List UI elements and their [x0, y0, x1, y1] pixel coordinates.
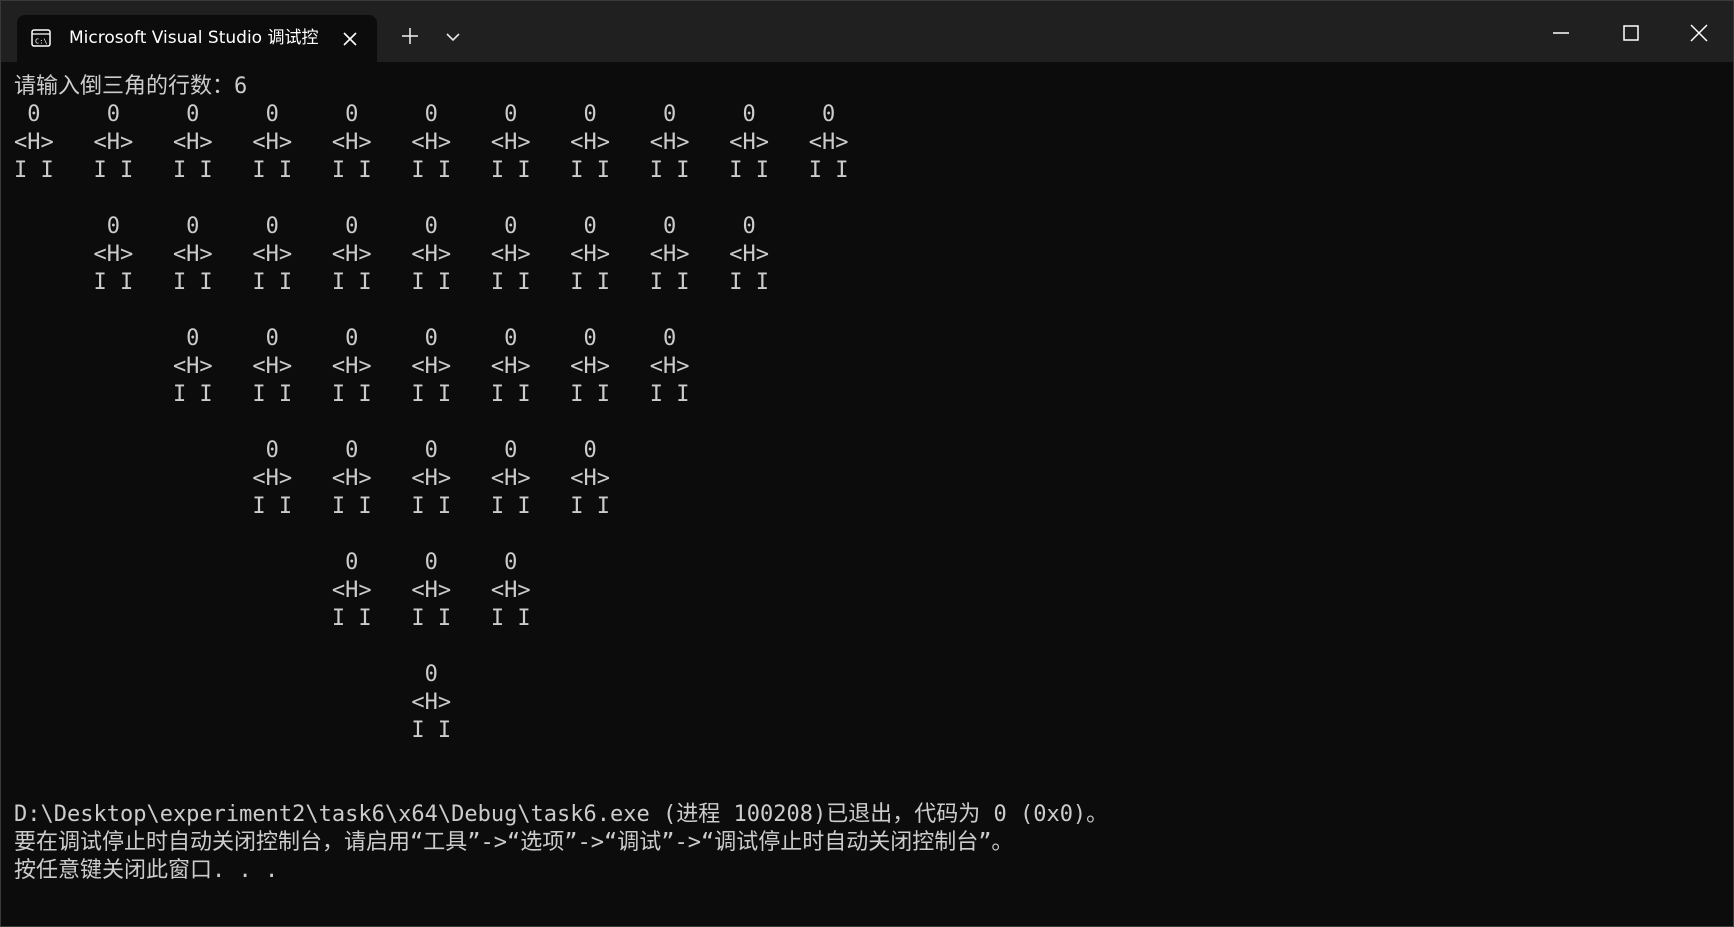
- new-tab-plus-icon[interactable]: [399, 25, 421, 47]
- close-tab-icon[interactable]: [339, 28, 361, 50]
- chevron-down-icon[interactable]: [444, 29, 462, 45]
- console-icon: C:\: [31, 29, 51, 47]
- tab-title: Microsoft Visual Studio 调试控: [69, 28, 319, 48]
- console-output[interactable]: 请输入倒三角的行数：6 0 0 0 0 0 0 0 0 0 0 0 <H> <H…: [14, 73, 1714, 893]
- terminal-window: C:\ Microsoft Visual Studio 调试控 请输入倒三角的行…: [0, 0, 1734, 927]
- minimize-icon[interactable]: [1547, 19, 1575, 47]
- tab-debug-console[interactable]: C:\ Microsoft Visual Studio 调试控: [17, 15, 377, 62]
- close-window-icon[interactable]: [1685, 19, 1713, 47]
- svg-text:C:\: C:\: [35, 38, 48, 46]
- maximize-icon[interactable]: [1617, 19, 1645, 47]
- title-bar[interactable]: C:\ Microsoft Visual Studio 调试控: [1, 1, 1733, 62]
